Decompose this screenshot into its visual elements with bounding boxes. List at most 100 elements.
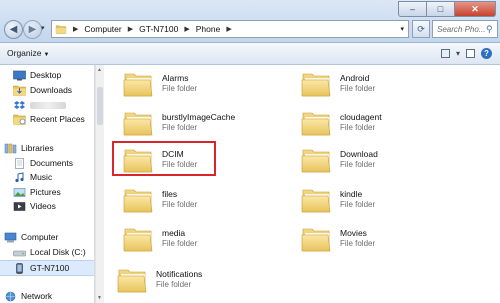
folder-name: burstlyImageCache bbox=[162, 112, 236, 122]
address-history-dropdown[interactable]: ▾ bbox=[400, 25, 408, 33]
folder-icon bbox=[300, 144, 332, 176]
folder-name: cloudagent bbox=[340, 112, 382, 122]
folder-name: media bbox=[162, 228, 186, 238]
folder-icon bbox=[122, 184, 154, 216]
recent-pages-dropdown[interactable]: ▾ bbox=[41, 24, 45, 32]
folder-name: Android bbox=[340, 73, 370, 83]
chevron-down-icon: ▼ bbox=[43, 52, 50, 58]
address-bar[interactable]: ▶ Computer ▶ GT-N7100 ▶ Phone ▶ ▾ bbox=[51, 20, 409, 38]
file-list: Alarms File folder Android File folder b… bbox=[104, 65, 500, 303]
dcim-highlight-box bbox=[112, 141, 216, 176]
nav-item-local-disk[interactable]: Local Disk (C:) bbox=[0, 245, 94, 259]
breadcrumb-separator[interactable]: ▶ bbox=[223, 25, 234, 33]
computer-icon bbox=[4, 232, 17, 242]
dropbox-icon bbox=[14, 100, 25, 109]
nav-item-downloads[interactable]: Downloads bbox=[0, 83, 94, 97]
nav-item-label: GT-N7100 bbox=[30, 263, 70, 273]
view-dropdown-icon[interactable]: ▾ bbox=[456, 49, 460, 58]
folder-item[interactable]: Notifications File folder bbox=[106, 264, 276, 296]
nav-item-label: Downloads bbox=[30, 85, 73, 95]
forward-button[interactable]: ▶ bbox=[23, 20, 42, 39]
folder-name: kindle bbox=[340, 189, 363, 199]
folder-type: File folder bbox=[340, 160, 376, 169]
breadcrumb-phone[interactable]: Phone bbox=[193, 21, 224, 37]
breadcrumb-separator[interactable]: ▶ bbox=[181, 25, 192, 33]
nav-item-label: Pictures bbox=[30, 187, 61, 197]
pictures-icon bbox=[13, 187, 26, 197]
nav-item-pictures[interactable]: Pictures bbox=[0, 185, 94, 199]
documents-icon bbox=[15, 157, 24, 169]
nav-item-libraries[interactable]: Libraries bbox=[0, 141, 94, 155]
folder-type: File folder bbox=[162, 123, 198, 132]
folder-item[interactable]: files File folder bbox=[112, 184, 282, 216]
nav-item-music[interactable]: Music bbox=[0, 170, 94, 184]
search-icon[interactable]: ⚲ bbox=[486, 24, 493, 35]
help-icon[interactable]: ? bbox=[481, 48, 492, 59]
folder-item[interactable]: Alarms File folder bbox=[112, 68, 282, 100]
close-icon: ✕ bbox=[471, 3, 479, 14]
folder-type: File folder bbox=[340, 123, 376, 132]
music-icon bbox=[15, 171, 24, 182]
organize-label: Organize bbox=[7, 48, 42, 58]
folder-item[interactable]: Android File folder bbox=[290, 68, 460, 100]
folder-item[interactable]: burstlyImageCache File folder bbox=[112, 107, 282, 139]
organize-button[interactable]: Organize ▼ bbox=[7, 48, 49, 58]
folder-type: File folder bbox=[340, 84, 376, 93]
minimize-button[interactable]: – bbox=[398, 1, 427, 17]
nav-item-videos[interactable]: Videos bbox=[0, 199, 94, 213]
nav-item-computer[interactable]: Computer bbox=[0, 230, 94, 244]
folder-item[interactable]: Download File folder bbox=[290, 144, 460, 176]
folder-name: files bbox=[162, 189, 178, 199]
nav-item-label: Libraries bbox=[21, 143, 54, 153]
nav-item-label: Recent Places bbox=[30, 114, 85, 124]
folder-type: File folder bbox=[340, 200, 376, 209]
desktop-icon bbox=[13, 70, 26, 80]
scrollbar-thumb[interactable] bbox=[97, 87, 103, 125]
back-icon: ◀ bbox=[9, 24, 18, 35]
forward-icon: ▶ bbox=[28, 24, 37, 35]
search-input[interactable] bbox=[437, 24, 485, 34]
nav-item-recent-places[interactable]: Recent Places bbox=[0, 112, 94, 126]
folder-item[interactable]: kindle File folder bbox=[290, 184, 460, 216]
folder-item[interactable]: Movies File folder bbox=[290, 223, 460, 255]
scroll-up-icon[interactable]: ▲ bbox=[97, 67, 102, 73]
breadcrumb-separator[interactable]: ▶ bbox=[125, 25, 136, 33]
maximize-button[interactable]: □ bbox=[427, 1, 455, 17]
search-box[interactable]: ⚲ bbox=[432, 20, 498, 38]
folder-icon bbox=[300, 107, 332, 139]
videos-icon bbox=[13, 201, 26, 211]
nav-item-label: Videos bbox=[30, 201, 56, 211]
nav-item-dropbox[interactable] bbox=[0, 98, 94, 112]
folder-type: File folder bbox=[156, 280, 192, 289]
nav-item-documents[interactable]: Documents bbox=[0, 156, 94, 170]
library-icon bbox=[4, 143, 17, 153]
breadcrumb-device[interactable]: GT-N7100 bbox=[136, 21, 181, 37]
preview-pane-icon[interactable] bbox=[466, 49, 475, 58]
nav-item-label: Network bbox=[21, 291, 53, 301]
back-button[interactable]: ◀ bbox=[4, 20, 23, 39]
view-options-icon[interactable] bbox=[440, 49, 450, 58]
scroll-down-icon[interactable]: ▼ bbox=[97, 295, 102, 301]
nav-item-network[interactable]: Network bbox=[0, 289, 94, 303]
folder-icon bbox=[122, 223, 154, 255]
folder-icon bbox=[300, 68, 332, 100]
navigation-scrollbar[interactable]: ▲ ▼ bbox=[95, 65, 104, 303]
folder-icon bbox=[300, 223, 332, 255]
nav-item-label: Documents bbox=[30, 158, 73, 168]
breadcrumb-separator[interactable]: ▶ bbox=[70, 25, 81, 33]
breadcrumb-computer[interactable]: Computer bbox=[81, 21, 124, 37]
title-bar: – □ ✕ ◀ ▶ ▾ ▶ Computer ▶ GT-N7100 ▶ Phon… bbox=[0, 0, 500, 43]
nav-item-desktop[interactable]: Desktop bbox=[0, 68, 94, 82]
close-button[interactable]: ✕ bbox=[455, 1, 496, 17]
nav-item-label: Desktop bbox=[30, 70, 62, 80]
folder-name: Notifications bbox=[156, 269, 203, 279]
nav-item-label: Music bbox=[30, 172, 53, 182]
folder-item[interactable]: cloudagent File folder bbox=[290, 107, 460, 139]
phone-icon bbox=[16, 262, 23, 274]
nav-item-gt-n7100[interactable]: GT-N7100 bbox=[0, 260, 94, 276]
refresh-icon: ⟳ bbox=[417, 23, 425, 34]
network-icon bbox=[5, 291, 16, 301]
refresh-button[interactable]: ⟳ bbox=[412, 20, 430, 38]
folder-item[interactable]: media File folder bbox=[112, 223, 282, 255]
window-controls: – □ ✕ bbox=[398, 1, 496, 17]
